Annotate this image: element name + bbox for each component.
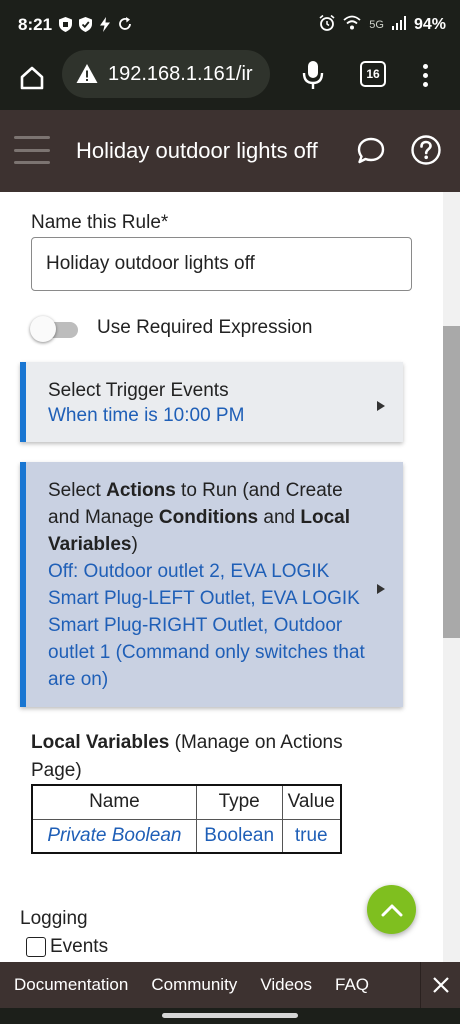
column-header-name: Name <box>31 784 197 820</box>
variable-name-link[interactable]: Private Boolean <box>31 818 197 854</box>
footer-link-documentation[interactable]: Documentation <box>14 975 128 995</box>
trigger-summary: When time is 10:00 PM <box>48 405 245 426</box>
network-type: 5G <box>369 19 384 31</box>
help-button[interactable] <box>410 134 442 166</box>
local-variables-heading: Local Variables (Manage on Actions Page) <box>31 732 343 781</box>
url-text: 192.168.1.161/ir <box>108 62 253 85</box>
footer-close-button[interactable] <box>420 962 460 1008</box>
battery-level: 94% <box>413 16 446 33</box>
shield-check-icon <box>78 16 92 32</box>
required-expression-toggle[interactable] <box>30 316 78 342</box>
required-expression-label: Use Required Expression <box>97 317 313 338</box>
footer-bar: Documentation Community Videos FAQ <box>0 962 460 1008</box>
footer-link-videos[interactable]: Videos <box>260 975 312 995</box>
scrollbar-thumb[interactable] <box>443 326 460 638</box>
browser-menu-button[interactable] <box>412 58 438 92</box>
chat-bubble-icon <box>357 137 385 164</box>
page-scrollbar[interactable] <box>443 192 460 962</box>
logging-label: Logging <box>20 908 88 929</box>
home-icon <box>20 66 44 90</box>
rule-name-input[interactable]: Holiday outdoor lights off <box>31 237 412 291</box>
events-checkbox-label: Events <box>50 936 109 957</box>
actions-summary: Off: Outdoor outlet 2, EVA LOGIK Smart P… <box>48 561 365 690</box>
variable-type-link[interactable]: Boolean <box>195 818 283 854</box>
select-trigger-events-button[interactable]: Select Trigger Events When time is 10:00… <box>20 362 403 442</box>
select-actions-button[interactable]: Select Actions to Run (and Create and Ma… <box>20 462 403 707</box>
rule-name-label: Name this Rule* <box>31 212 169 233</box>
variable-value-link[interactable]: true <box>281 818 342 854</box>
warning-icon <box>76 64 98 83</box>
system-navigation-bar <box>0 1008 460 1024</box>
tab-switcher-button[interactable]: 16 <box>360 61 386 87</box>
status-time: 8:21 <box>18 15 53 34</box>
expand-arrow-icon <box>377 584 385 594</box>
close-icon <box>432 977 449 993</box>
expand-arrow-icon <box>377 401 385 411</box>
help-icon <box>411 135 441 165</box>
notification-icons <box>58 16 132 32</box>
footer-links: Documentation Community Videos FAQ <box>14 975 369 995</box>
actions-card-title: Select Actions to Run (and Create and Ma… <box>48 480 351 555</box>
status-bar: 8:21 5G 94% <box>0 0 460 50</box>
column-header-value: Value <box>281 784 342 820</box>
chat-button[interactable] <box>356 136 386 166</box>
table-header-row: Name Type Value <box>31 784 342 820</box>
footer-link-faq[interactable]: FAQ <box>335 975 369 995</box>
sync-icon <box>118 16 132 32</box>
bolt-icon <box>98 16 112 32</box>
app-header: Holiday outdoor lights off <box>0 110 460 192</box>
events-checkbox[interactable] <box>26 937 46 957</box>
microphone-icon <box>302 61 324 89</box>
events-option[interactable]: Events <box>26 936 108 958</box>
local-variables-table: Name Type Value Private Boolean Boolean … <box>31 784 342 854</box>
address-bar[interactable]: 192.168.1.161/ir <box>62 50 270 98</box>
signal-icon <box>391 16 406 34</box>
trigger-card-title: Select Trigger Events <box>48 380 229 401</box>
hamburger-menu-icon[interactable] <box>14 136 50 164</box>
shield-icon <box>58 16 72 32</box>
scroll-to-top-button[interactable] <box>367 885 416 934</box>
chevron-up-icon <box>381 904 402 916</box>
wifi-icon <box>343 15 361 35</box>
system-icons: 5G 94% <box>319 14 446 35</box>
home-button[interactable] <box>14 60 50 96</box>
main-content: Name this Rule* Holiday outdoor lights o… <box>0 192 443 962</box>
gesture-handle[interactable] <box>162 1013 298 1018</box>
browser-toolbar: 192.168.1.161/ir 16 <box>0 50 460 110</box>
page-title: Holiday outdoor lights off <box>76 138 318 163</box>
column-header-type: Type <box>195 784 283 820</box>
voice-search-button[interactable] <box>296 58 330 92</box>
footer-link-community[interactable]: Community <box>151 975 237 995</box>
table-row: Private Boolean Boolean true <box>31 818 342 854</box>
alarm-icon <box>319 14 335 35</box>
